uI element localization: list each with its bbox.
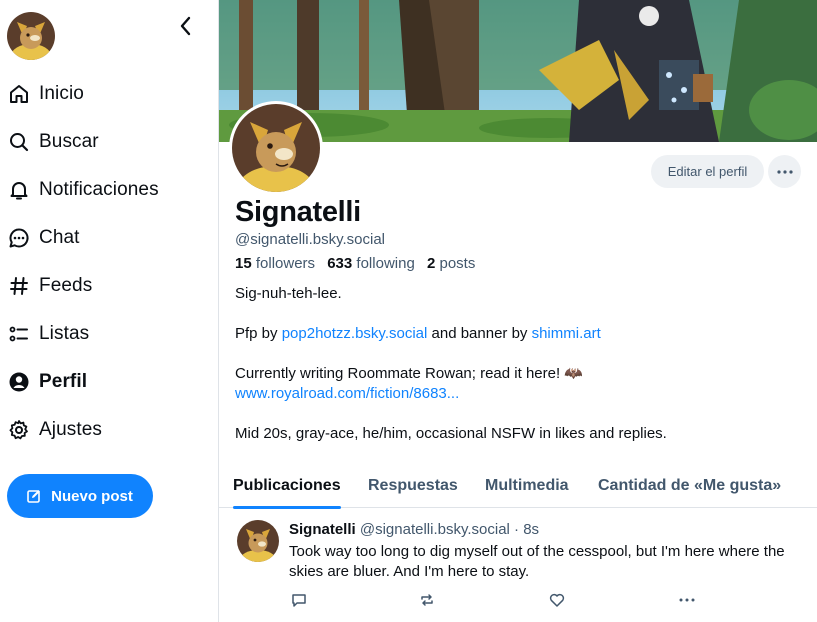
following-link[interactable]: 633 following (327, 255, 415, 272)
bio-text: and banner by (427, 325, 532, 342)
tab-multimedia[interactable]: Multimedia (485, 463, 569, 508)
nav-label: Inicio (39, 83, 84, 104)
heart-icon (549, 593, 565, 607)
profile-handle: @signatelli.bsky.social (235, 231, 386, 248)
post-text: Took way too long to dig myself out of t… (289, 543, 785, 580)
bell-icon (8, 179, 30, 201)
tab-publicaciones[interactable]: Publicaciones (233, 463, 341, 509)
nav-label: Ajustes (39, 419, 103, 440)
bio-line: Currently writing Roommate Rowan; read i… (235, 364, 795, 404)
nav-label: Buscar (39, 131, 99, 152)
following-label: following (356, 255, 415, 272)
main-nav: Inicio Buscar Notificaciones Chat Feeds (0, 70, 218, 454)
banner-artist-link[interactable]: shimmi.art (532, 325, 601, 342)
search-icon (8, 131, 30, 153)
nav-item-notificaciones[interactable]: Notificaciones (0, 166, 218, 214)
profile-bio: Sig-nuh-teh-lee. Pfp by pop2hotzz.bsky.s… (235, 284, 795, 464)
avatar[interactable] (7, 12, 55, 60)
ellipsis-icon (679, 598, 695, 602)
bio-line: Mid 20s, gray-ace, he/him, occasional NS… (235, 425, 667, 442)
profile-tabs: Publicaciones Respuestas Multimedia Cant… (219, 463, 817, 509)
nav-item-listas[interactable]: Listas (0, 310, 218, 358)
nav-label: Listas (39, 323, 90, 344)
post-separator: · (509, 521, 524, 538)
posts-stat: 2 posts (427, 255, 475, 272)
post-more-button[interactable] (677, 590, 697, 610)
repost-button[interactable] (417, 590, 437, 610)
followers-link[interactable]: 15 followers (235, 255, 315, 272)
post-actions (289, 590, 709, 610)
post-author-avatar[interactable] (237, 520, 279, 562)
sidebar: Inicio Buscar Notificaciones Chat Feeds (0, 0, 219, 622)
nav-label: Perfil (39, 371, 88, 392)
nav-item-perfil[interactable]: Perfil (0, 358, 218, 406)
bio-text: Currently writing Roommate Rowan; read i… (235, 365, 583, 382)
posts-label: posts (439, 255, 476, 272)
like-button[interactable] (547, 590, 567, 610)
nav-item-inicio[interactable]: Inicio (0, 70, 218, 118)
hashtag-icon (8, 275, 30, 297)
bio-line: Sig-nuh-teh-lee. (235, 285, 342, 302)
chevron-left-icon (180, 16, 191, 36)
nav-label: Chat (39, 227, 80, 248)
nav-item-feeds[interactable]: Feeds (0, 262, 218, 310)
new-post-label: Nuevo post (51, 487, 133, 505)
post-author-handle[interactable]: @signatelli.bsky.social (360, 521, 510, 538)
nav-label: Notificaciones (39, 179, 159, 200)
profile-avatar[interactable] (229, 101, 323, 195)
profile-main: Editar el perfil Signatelli @signatelli.… (219, 0, 817, 622)
reply-icon (292, 594, 306, 607)
post-header: Signatelli @signatelli.bsky.social · 8s (289, 521, 539, 538)
royalroad-link[interactable]: www.royalroad.com/fiction/8683... (235, 385, 459, 402)
posts-count: 2 (426, 255, 436, 272)
display-name: Signatelli (235, 196, 361, 228)
bio-text: Pfp by (235, 325, 282, 342)
bio-line: Pfp by pop2hotzz.bsky.social and banner … (235, 324, 795, 344)
reply-button[interactable] (289, 590, 309, 610)
compose-icon (27, 489, 41, 503)
collapse-sidebar-button[interactable] (172, 12, 200, 40)
nav-item-buscar[interactable]: Buscar (0, 118, 218, 166)
tab-me-gusta[interactable]: Cantidad de «Me gusta» (598, 463, 781, 508)
profile-stats: 15 followers 633 following 2 posts (235, 255, 475, 272)
list-icon (8, 323, 30, 345)
chat-bubble-icon (8, 227, 30, 249)
tab-respuestas[interactable]: Respuestas (368, 463, 458, 508)
gear-icon (8, 419, 30, 441)
post-author-name[interactable]: Signatelli (289, 521, 356, 538)
edit-profile-button[interactable]: Editar el perfil (651, 155, 764, 188)
new-post-button[interactable]: Nuevo post (7, 474, 153, 518)
nav-item-chat[interactable]: Chat (0, 214, 218, 262)
post-item[interactable]: Signatelli @signatelli.bsky.social · 8s … (219, 508, 817, 622)
profile-more-button[interactable] (768, 155, 801, 188)
post-timestamp[interactable]: 8s (523, 521, 539, 538)
nav-label: Feeds (39, 275, 93, 296)
home-icon (8, 83, 30, 105)
nav-item-ajustes[interactable]: Ajustes (0, 406, 218, 454)
repost-icon (421, 594, 433, 606)
followers-count: 15 (235, 255, 252, 272)
user-circle-icon (8, 371, 30, 393)
followers-label: followers (255, 255, 316, 272)
pfp-artist-link[interactable]: pop2hotzz.bsky.social (282, 325, 428, 342)
ellipsis-icon (776, 169, 793, 174)
following-count: 633 (327, 255, 353, 272)
